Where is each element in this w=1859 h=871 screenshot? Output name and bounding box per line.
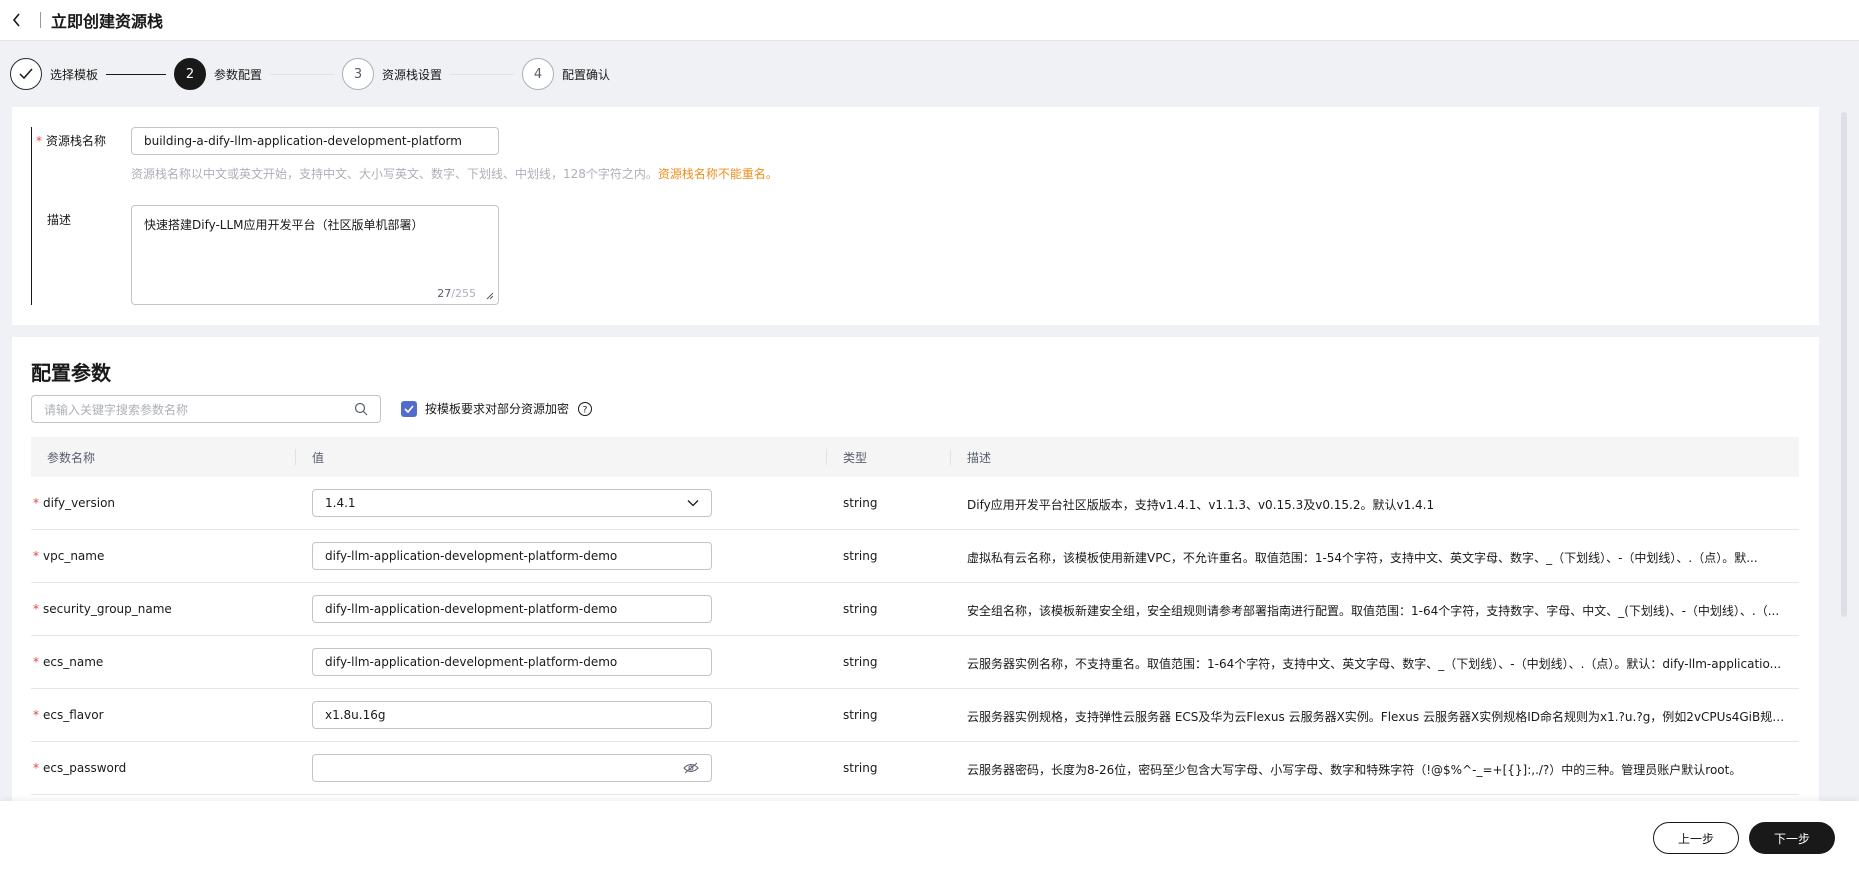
param-name: * dify_version <box>33 496 116 510</box>
param-desc: 云服务器密码，长度为8-26位，密码至少包含大写字母、小写字母、数字和特殊字符（… <box>967 763 1742 777</box>
next-step-button[interactable]: 下一步 <box>1749 822 1835 854</box>
ecs-name-input[interactable]: dify-llm-application-development-platfor… <box>312 648 712 676</box>
required-marker: * <box>36 134 42 148</box>
back-arrow-icon[interactable] <box>2 0 32 41</box>
param-name: * vpc_name <box>33 549 105 563</box>
search-icon[interactable] <box>354 402 368 416</box>
param-desc: 虚拟私有云名称，该模板使用新建VPC，不允许重名。取值范围：1-54个字符，支持… <box>967 551 1758 565</box>
param-type: string <box>843 496 878 510</box>
step-number: 3 <box>342 58 375 90</box>
step-complete-check-icon <box>10 58 42 90</box>
previous-step-button[interactable]: 上一步 <box>1653 822 1739 854</box>
params-table: 参数名称 值 类型 描述 * dify_version 1.4.1 string … <box>31 437 1799 795</box>
col-header-value: 值 <box>312 451 325 465</box>
section-indicator-bar <box>31 127 32 305</box>
dify-version-select[interactable]: 1.4.1 <box>312 489 712 517</box>
param-type: string <box>843 602 878 616</box>
col-divider <box>950 449 951 465</box>
col-divider <box>295 449 296 465</box>
description-label: 描述 <box>47 213 72 227</box>
col-header-name: 参数名称 <box>47 451 96 465</box>
table-row: * dify_version 1.4.1 string Dify应用开发平台社区版… <box>31 477 1799 530</box>
param-type: string <box>843 655 878 669</box>
col-divider <box>826 449 827 465</box>
stepper: 选择模板 2 参数配置 3 资源栈设置 4 配置确认 <box>10 58 610 90</box>
step-stack-settings[interactable]: 3 资源栈设置 <box>342 58 442 90</box>
eye-hidden-icon[interactable] <box>683 762 699 774</box>
param-type: string <box>843 708 878 722</box>
param-desc: 云服务器实例名称，不支持重名。取值范围：1-64个字符，支持中文、英文字母、数字… <box>967 657 1782 671</box>
col-header-desc: 描述 <box>967 451 992 465</box>
param-name: * ecs_flavor <box>33 708 104 722</box>
table-row: * ecs_flavor x1.8u.16g string 云服务器实例规格，支持… <box>31 689 1799 742</box>
step-label: 选择模板 <box>50 67 99 82</box>
config-params-card: 配置参数 请输入关键字搜索参数名称 按模板要求对部分资源加密 ? 参数名称 值 … <box>12 337 1819 817</box>
encrypt-checkbox-group[interactable]: 按模板要求对部分资源加密 ? <box>401 400 593 417</box>
page-title: 立即创建资源栈 <box>51 12 164 31</box>
vpc-name-input[interactable]: dify-llm-application-development-platfor… <box>312 542 712 570</box>
step-connector <box>270 73 335 75</box>
basic-info-card: * 资源栈名称 building-a-dify-llm-application-d… <box>12 107 1819 325</box>
param-type: string <box>843 761 878 775</box>
table-row: * security_group_name dify-llm-applicatio… <box>31 583 1799 636</box>
step-confirm[interactable]: 4 配置确认 <box>522 58 610 90</box>
ecs-flavor-input[interactable]: x1.8u.16g <box>312 701 712 729</box>
description-textarea[interactable]: 快速搭建Dify-LLM应用开发平台（社区版单机部署） 27/255 <box>131 205 499 305</box>
encrypt-checkbox[interactable] <box>401 400 417 417</box>
svg-text:?: ? <box>583 405 588 415</box>
step-connector <box>450 73 515 75</box>
header-divider <box>40 12 41 28</box>
table-header: 参数名称 值 类型 描述 <box>31 437 1799 477</box>
page-scrollbar[interactable] <box>1841 112 1847 617</box>
stack-name-label: * 资源栈名称 <box>36 134 107 148</box>
section-title: 配置参数 <box>31 361 111 385</box>
stack-name-input[interactable]: building-a-dify-llm-application-developm… <box>131 127 499 155</box>
step-label: 配置确认 <box>562 67 611 82</box>
encrypt-label: 按模板要求对部分资源加密 <box>425 402 570 416</box>
table-row: * vpc_name dify-llm-application-developme… <box>31 530 1799 583</box>
param-search-input[interactable]: 请输入关键字搜索参数名称 <box>31 395 381 423</box>
chevron-down-icon <box>687 500 699 507</box>
param-desc: 云服务器实例规格，支持弹性云服务器 ECS及华为云Flexus 云服务器X实例。… <box>967 710 1787 724</box>
param-name: * ecs_password <box>33 761 127 775</box>
step-label: 资源栈设置 <box>382 67 443 82</box>
param-type: string <box>843 549 878 563</box>
char-counter: 27/255 <box>437 287 476 300</box>
param-name: * ecs_name <box>33 655 104 669</box>
step-label: 参数配置 <box>214 67 263 82</box>
resize-handle-icon[interactable] <box>484 290 494 300</box>
step-param-config[interactable]: 2 参数配置 <box>174 58 262 90</box>
page-header: 立即创建资源栈 <box>0 0 1859 41</box>
param-desc: 安全组名称，该模板新建安全组，安全组规则请参考部署指南进行配置。取值范围：1-6… <box>967 604 1780 618</box>
step-connector <box>106 73 167 75</box>
step-number: 2 <box>174 58 207 90</box>
param-desc: Dify应用开发平台社区版版本，支持v1.4.1、v1.1.3、v0.15.3及… <box>967 498 1435 512</box>
table-row: * ecs_name dify-llm-application-developme… <box>31 636 1799 689</box>
col-header-type: 类型 <box>843 451 868 465</box>
footer-bar: 上一步 下一步 <box>0 801 1859 871</box>
table-row: * ecs_password string 云服务器密码，长度为8-26位，密码至… <box>31 742 1799 795</box>
step-number: 4 <box>522 58 555 90</box>
stack-name-hint: 资源栈名称以中文或英文开始，支持中文、大小写英文、数字、下划线、中划线，128个… <box>131 167 778 181</box>
security-group-name-input[interactable]: dify-llm-application-development-platfor… <box>312 595 712 623</box>
param-name: * security_group_name <box>33 602 172 616</box>
help-icon[interactable]: ? <box>577 401 593 417</box>
ecs-password-input[interactable] <box>312 754 712 782</box>
step-select-template[interactable]: 选择模板 <box>10 58 98 90</box>
